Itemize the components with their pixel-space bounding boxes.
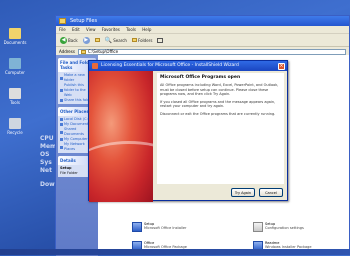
desktop-icon-label: Tools — [10, 100, 20, 105]
back-arrow-icon: ◀ — [60, 36, 67, 44]
computer-icon — [9, 58, 21, 69]
installer-icon — [92, 63, 98, 69]
dialog-paragraph: All Office programs including Word, Exce… — [160, 83, 279, 96]
installer-icon — [132, 222, 142, 232]
search-button[interactable]: 🔍 Search — [104, 36, 128, 45]
folders-button[interactable]: Folders — [131, 36, 153, 45]
menu-help[interactable]: Help — [142, 27, 151, 32]
try-again-button[interactable]: Try Again — [231, 188, 255, 197]
address-label: Address — [59, 49, 75, 54]
address-value: C:\Setup\Office — [87, 49, 119, 54]
close-icon[interactable]: × — [278, 62, 285, 70]
desktop-info-text: CPU Mem OS Sys Net Dow — [40, 135, 56, 189]
folder-icon — [60, 130, 63, 134]
tools-icon — [9, 88, 21, 99]
desktop-icon-computer[interactable]: Computer — [2, 58, 28, 75]
folders-icon — [131, 38, 137, 42]
explorer-title: Setup Files — [70, 18, 98, 24]
desktop-bottom-strip — [0, 249, 350, 255]
folder-icon — [59, 18, 66, 24]
dialog-titlebar[interactable]: Licensing Essentials for Microsoft Offic… — [89, 61, 287, 71]
task-icon — [60, 99, 63, 102]
folder-up-icon — [94, 38, 100, 42]
menu-tools[interactable]: Tools — [126, 27, 136, 32]
desktop-icon-label: Recycle — [7, 130, 23, 135]
cancel-button[interactable]: Cancel — [259, 188, 283, 197]
up-button[interactable] — [94, 36, 101, 45]
search-icon: 🔍 — [104, 36, 113, 44]
back-label: Back — [68, 37, 78, 43]
desktop-icon-tools[interactable]: Tools — [2, 88, 28, 105]
dialog-body: Microsoft Office Programs open All Offic… — [89, 71, 287, 202]
dialog-title: Licensing Essentials for Microsoft Offic… — [101, 63, 239, 68]
desktop-info-line: Mem — [40, 143, 57, 150]
views-button[interactable] — [156, 36, 164, 45]
forward-button[interactable]: ▶ — [82, 36, 91, 45]
desktop-info-line: Dow — [40, 181, 55, 188]
search-label: Search — [113, 37, 127, 43]
forward-arrow-icon: ▶ — [82, 36, 90, 44]
file-item[interactable]: Setup Configuration settings — [253, 222, 304, 232]
file-desc: Configuration settings — [265, 226, 304, 230]
desktop-icon-label: Computer — [5, 70, 25, 75]
folder-icon — [80, 49, 86, 54]
back-button[interactable]: ◀ Back — [59, 36, 79, 45]
menu-edit[interactable]: Edit — [72, 27, 80, 32]
file-desc: Microsoft Office Installer — [144, 226, 187, 230]
desktop-icon-documents[interactable]: Documents — [2, 28, 28, 45]
dialog-paragraph: Disconnect or exit the Office programs t… — [160, 111, 276, 116]
dialog-heading: Microsoft Office Programs open — [160, 75, 241, 80]
menu-favorites[interactable]: Favorites — [102, 27, 120, 32]
menu-view[interactable]: View — [86, 27, 96, 32]
views-icon — [157, 37, 164, 43]
folder-icon — [60, 123, 63, 126]
folder-icon — [9, 28, 21, 39]
menu-bar: File Edit View Favorites Tools Help — [56, 26, 349, 34]
file-item[interactable]: Setup Microsoft Office Installer — [132, 222, 187, 232]
recycle-icon — [9, 118, 21, 129]
desktop-info-line: CPU — [40, 135, 54, 142]
dialog-buttons: Try Again Cancel — [231, 188, 283, 197]
dialog-paragraph: If you closed all Office programs and th… — [160, 99, 276, 109]
settings-file-icon — [253, 222, 263, 232]
desktop-icon-label: Documents — [3, 40, 27, 45]
task-icon — [60, 76, 63, 80]
wizard-banner-image — [89, 71, 153, 202]
network-icon — [60, 145, 63, 149]
folders-label: Folders — [137, 37, 153, 43]
desktop-info-line: Sys — [40, 159, 52, 166]
task-icon — [60, 89, 63, 92]
explorer-titlebar[interactable]: Setup Files — [56, 16, 349, 26]
desktop-info-line: Net — [40, 167, 52, 174]
address-input[interactable]: C:\Setup\Office — [77, 48, 346, 55]
computer-icon — [60, 138, 63, 141]
toolbar: ◀ Back ▶ 🔍 Search Folders — [56, 34, 349, 47]
desktop-icon-recycle[interactable]: Recycle — [2, 118, 28, 135]
menu-file[interactable]: File — [59, 27, 66, 32]
drive-icon — [60, 118, 63, 121]
desktop-info-line: OS — [40, 151, 50, 158]
installshield-dialog: Licensing Essentials for Microsoft Offic… — [88, 60, 288, 202]
dialog-content: Microsoft Office Programs open All Offic… — [157, 73, 284, 184]
